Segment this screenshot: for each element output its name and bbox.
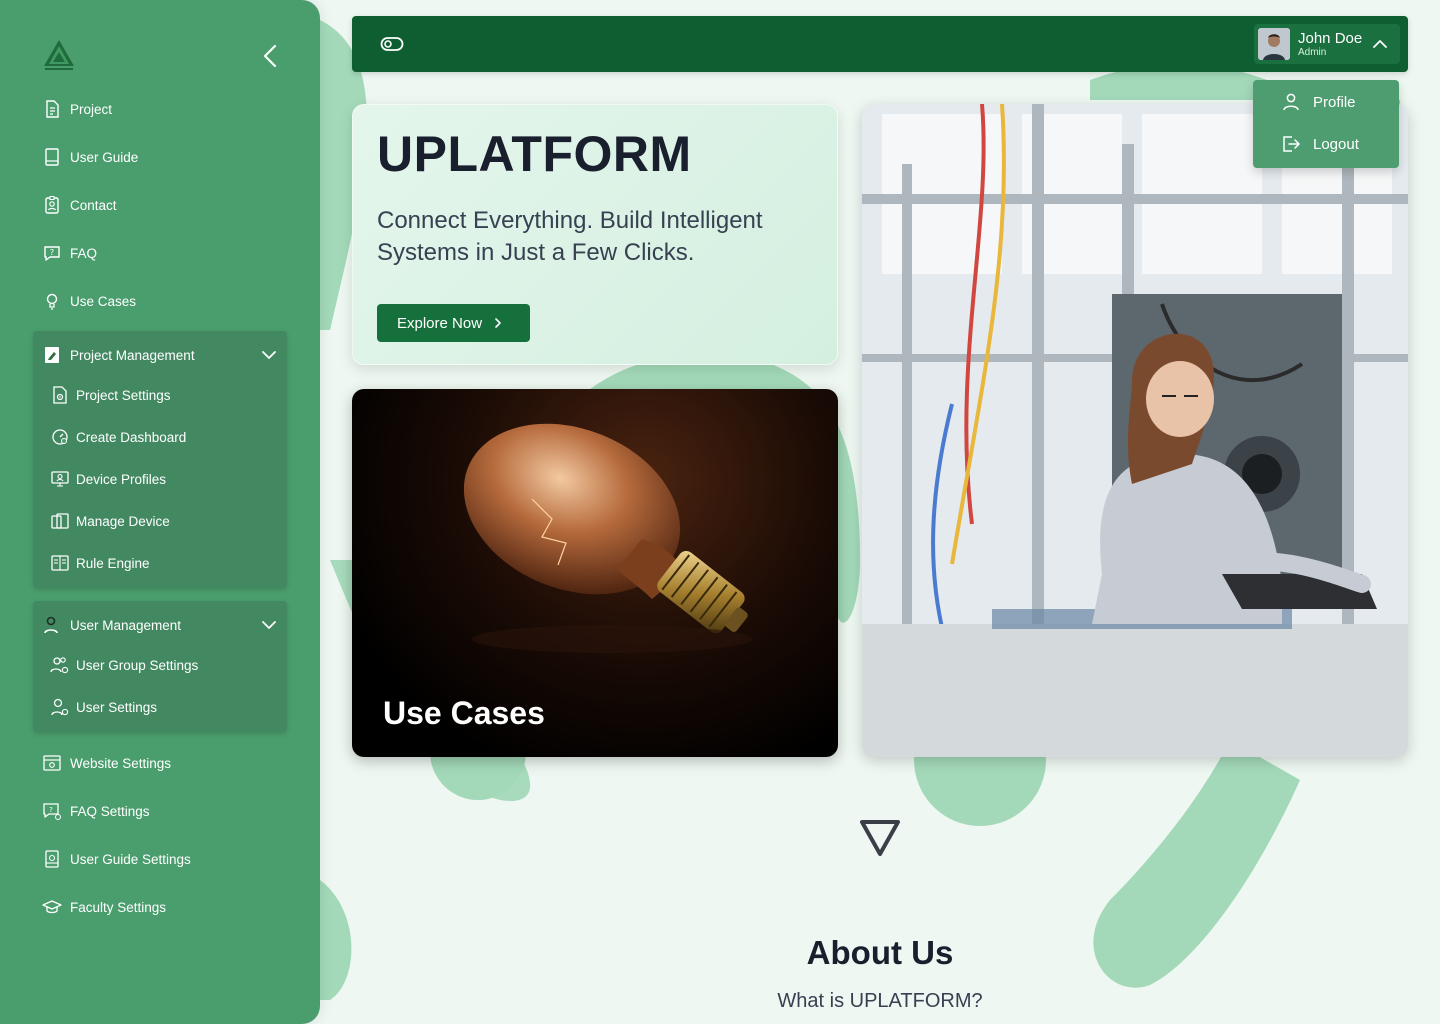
sidebar-item-label: Device Profiles [76,471,167,487]
devices-icon [51,513,69,529]
hero-card: UPLATFORM Connect Everything. Build Inte… [352,104,838,365]
question-chat-icon: ? [44,246,60,261]
project-management-group: Project Management Project Settings Crea… [33,331,287,588]
sidebar-item-label: User Guide [70,149,139,165]
sidebar-item-label: Contact [70,197,117,213]
profile-icon [1283,93,1299,111]
use-cases-label: Use Cases [383,695,545,731]
avatar [1258,28,1290,60]
sidebar-item-label: Manage Device [76,513,170,529]
menu-item-profile[interactable]: Profile [1281,89,1356,115]
project-management-icon [45,347,59,363]
project-management-toggle[interactable]: Project Management [42,343,277,367]
topbar: John Doe Admin [352,16,1408,72]
user-management-toggle[interactable]: User Management [42,613,277,637]
sidebar-item-create-dashboard[interactable]: Create Dashboard [50,425,186,449]
chevron-right-icon [495,318,501,328]
use-cases-card[interactable]: Use Cases [352,389,838,757]
lightbulb-icon [46,293,58,310]
menu-item-label: Logout [1313,135,1359,153]
sidebar-item-label: Faculty Settings [70,899,167,915]
sidebar-item-label: FAQ [70,245,98,261]
sidebar-item-label: User Guide Settings [70,851,191,867]
document-icon [46,100,59,118]
dashboard-gauge-icon [52,429,68,445]
sidebar-item-faculty-settings[interactable]: Faculty Settings [42,894,166,920]
button-label: Explore Now [397,314,483,332]
group-label: Project Management [70,347,195,363]
scroll-down-triangle-icon[interactable] [856,816,904,860]
sidebar-item-project[interactable]: Project [42,96,112,122]
book-icon [45,148,59,166]
users-gear-icon [50,657,69,674]
sidebar-item-label: FAQ Settings [70,803,150,819]
explore-now-button[interactable]: Explore Now [377,304,530,342]
sidebar-item-use-cases[interactable]: Use Cases [42,288,136,314]
sidebar-item-manage-device[interactable]: Manage Device [50,509,170,533]
svg-text:?: ? [49,806,53,814]
sidebar-item-label: Create Dashboard [76,429,187,445]
sidebar-item-label: Website Settings [70,755,172,771]
sidebar-item-label: Project Settings [76,387,171,403]
sidebar-item-label: Rule Engine [76,555,150,571]
hero-title: UPLATFORM [377,126,692,182]
logout-icon [1283,136,1300,152]
lab-photo-illustration [862,104,1408,757]
sidebar-item-label: User Settings [76,699,158,715]
book-gear-icon [45,850,59,868]
toggle-icon[interactable] [380,35,404,53]
menu-item-label: Profile [1313,93,1356,111]
user-role: Admin [1298,46,1327,58]
document-gear-icon [53,386,67,404]
user-gear-icon [51,698,69,716]
browser-gear-icon [43,755,61,771]
collapse-sidebar-button[interactable] [258,42,282,70]
menu-item-logout[interactable]: Logout [1281,131,1359,157]
sidebar-item-label: Use Cases [70,293,137,309]
sidebar: Project User Guide Contact ? FAQ Use Cas… [0,0,320,1024]
user-management-group: User Management User Group Settings User… [33,601,287,732]
logo [44,40,74,70]
user-menu-button[interactable]: John Doe Admin [1254,24,1400,64]
svg-text:?: ? [50,248,54,257]
sidebar-item-user-settings[interactable]: User Settings [50,695,157,719]
user-name: John Doe [1298,29,1363,47]
sidebar-item-project-settings[interactable]: Project Settings [50,383,171,407]
sidebar-item-contact[interactable]: Contact [42,192,117,218]
monitor-user-icon [51,471,69,487]
engineer-photo [862,104,1408,757]
sidebar-item-faq-settings[interactable]: ? FAQ Settings [42,798,150,824]
group-label: User Management [70,617,182,633]
sidebar-item-device-profiles[interactable]: Device Profiles [50,467,166,491]
hero-subtitle: Connect Everything. Build Intelligent Sy… [377,207,763,266]
chevron-up-icon [1373,40,1387,48]
sidebar-item-user-guide[interactable]: User Guide [42,144,138,170]
question-chat-gear-icon: ? [43,803,61,820]
graduation-cap-icon [42,900,62,914]
about-subtitle: What is UPLATFORM? [777,990,983,1012]
sidebar-item-label: User Group Settings [76,657,199,673]
sidebar-item-website-settings[interactable]: Website Settings [42,750,171,776]
sidebar-item-user-guide-settings[interactable]: User Guide Settings [42,846,191,872]
sidebar-item-label: Project [70,101,113,117]
sidebar-item-faq[interactable]: ? FAQ [42,240,97,266]
chevron-down-icon [262,621,276,629]
user-icon [44,616,58,634]
chevron-down-icon [262,351,276,359]
user-dropdown-menu: Profile Logout [1253,80,1399,168]
id-badge-icon [45,196,59,214]
open-book-icon [51,555,69,571]
sidebar-item-rule-engine[interactable]: Rule Engine [50,551,150,575]
sidebar-item-user-group-settings[interactable]: User Group Settings [50,653,198,677]
about-title: About Us [806,934,954,971]
